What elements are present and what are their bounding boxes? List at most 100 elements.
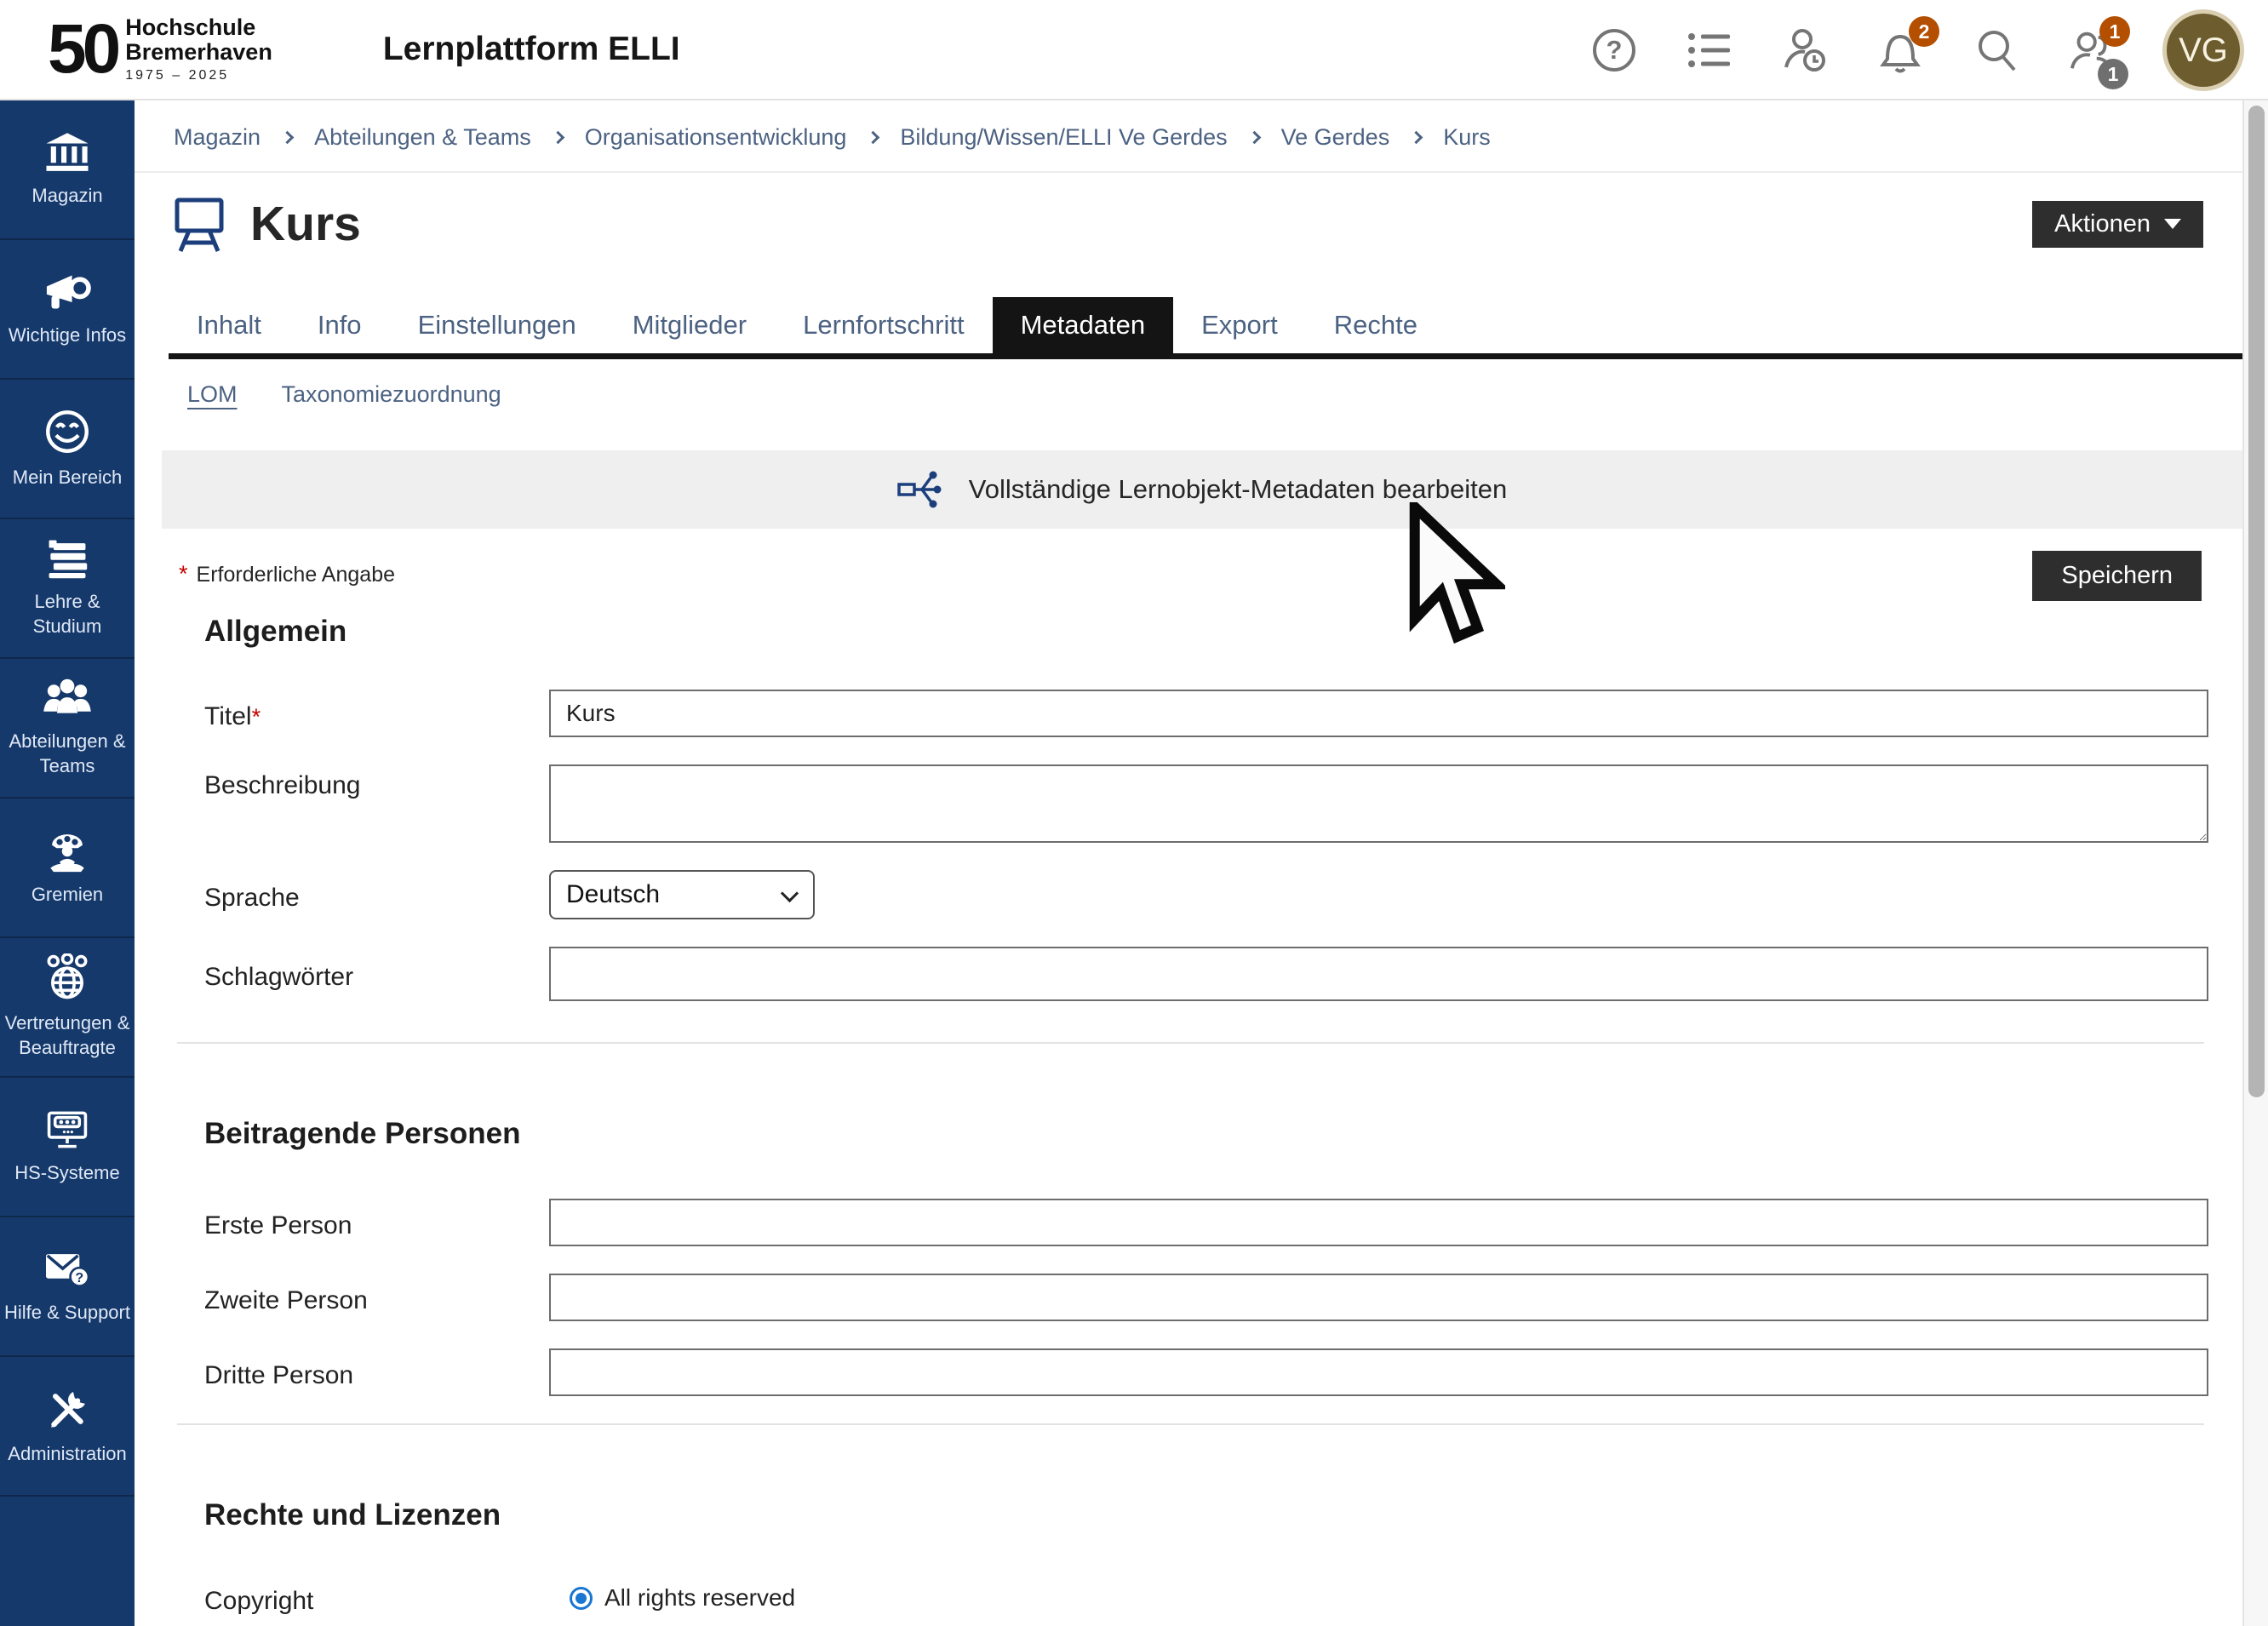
- tab-einstellungen[interactable]: Einstellungen: [390, 297, 604, 353]
- svg-text:?: ?: [75, 1270, 83, 1285]
- tools-icon: [43, 1386, 91, 1432]
- smiley-icon: [43, 408, 91, 455]
- avatar[interactable]: VG: [2162, 9, 2244, 91]
- awareness-button[interactable]: [1781, 26, 1829, 74]
- tab-metadaten[interactable]: Metadaten: [993, 297, 1174, 353]
- sidebar-item-hs-systeme[interactable]: HS-Systeme: [0, 1078, 135, 1217]
- beschreibung-textarea[interactable]: [549, 764, 2208, 843]
- committee-icon: [43, 828, 92, 873]
- sprache-select[interactable]: Deutsch: [549, 870, 815, 919]
- tab-rechte[interactable]: Rechte: [1306, 297, 1446, 353]
- chevron-right-icon: [1410, 131, 1423, 145]
- copyright-label: Copyright: [204, 1580, 549, 1616]
- globe-people-icon: [43, 953, 92, 1001]
- tab-lernfortschritt[interactable]: Lernfortschritt: [775, 297, 993, 353]
- titel-label: Titel*: [204, 696, 549, 731]
- chevron-right-icon: [1247, 131, 1261, 145]
- schlagwoerter-label: Schlagwörter: [204, 956, 549, 992]
- contacts-badge-top: 1: [2099, 16, 2130, 47]
- section-heading-beitragende: Beitragende Personen: [204, 1117, 2242, 1151]
- required-hint: * Erforderliche Angabe: [179, 551, 395, 587]
- top-header: 50 Hochschule Bremerhaven 1975 – 2025 Le…: [0, 0, 2268, 100]
- banner-label: Vollständige Lernobjekt-Metadaten bearbe…: [969, 474, 1508, 505]
- erste-person-input[interactable]: [549, 1199, 2208, 1246]
- vertical-scrollbar[interactable]: [2242, 100, 2268, 1626]
- subtab-taxonomiezuordnung[interactable]: Taxonomiezuordnung: [282, 381, 501, 408]
- sidebar-item-label: HS-Systeme: [14, 1161, 119, 1186]
- titel-input[interactable]: [549, 690, 2208, 737]
- sidebar-item-label: Mein Bereich: [13, 466, 122, 490]
- beschreibung-label: Beschreibung: [204, 764, 549, 800]
- breadcrumb-item[interactable]: Organisationsentwicklung: [585, 124, 847, 151]
- contacts-badge-bottom: 1: [2098, 59, 2128, 89]
- titel-required-asterisk: *: [252, 704, 261, 730]
- titel-label-text: Titel: [204, 702, 252, 730]
- zweite-person-input[interactable]: [549, 1274, 2208, 1321]
- sidebar-item-label: Gremien: [32, 883, 103, 907]
- app-title: Lernplattform ELLI: [383, 31, 680, 68]
- aktionen-button[interactable]: Aktionen: [2032, 201, 2203, 248]
- logo-line2: Bremerhaven: [125, 40, 272, 65]
- sprache-label: Sprache: [204, 877, 549, 913]
- scrollbar-thumb[interactable]: [2248, 106, 2265, 1097]
- help-button[interactable]: ?: [1590, 26, 1638, 74]
- breadcrumb-item[interactable]: Abteilungen & Teams: [314, 124, 531, 151]
- metadata-node-icon: [897, 467, 945, 512]
- sidebar-item-administration[interactable]: Administration: [0, 1357, 135, 1497]
- people-group-icon: [42, 677, 93, 719]
- main-sidebar: Magazin Wichtige Infos Mein Bereich: [0, 100, 135, 1626]
- breadcrumb-item[interactable]: Magazin: [174, 124, 261, 151]
- chevron-right-icon: [281, 131, 295, 145]
- page-title: Kurs: [250, 196, 361, 252]
- sidebar-item-vertretungen[interactable]: Vertretungen & Beauftragte: [0, 938, 135, 1078]
- sidebar-item-abteilungen-teams[interactable]: Abteilungen & Teams: [0, 659, 135, 799]
- tab-info[interactable]: Info: [289, 297, 390, 353]
- tab-mitglieder[interactable]: Mitglieder: [604, 297, 775, 353]
- sidebar-item-wichtige-infos[interactable]: Wichtige Infos: [0, 240, 135, 380]
- sidebar-item-lehre-studium[interactable]: Lehre & Studium: [0, 519, 135, 659]
- sidebar-item-label: Magazin: [32, 184, 102, 209]
- chevron-right-icon: [551, 131, 564, 145]
- monitor-icon: [43, 1108, 92, 1151]
- sidebar-item-hilfe-support[interactable]: ? Hilfe & Support: [0, 1217, 135, 1357]
- edit-full-metadata-banner[interactable]: Vollständige Lernobjekt-Metadaten bearbe…: [162, 450, 2242, 529]
- megaphone-icon: [42, 271, 93, 313]
- logo-line1: Hochschule: [125, 15, 272, 40]
- subtab-lom[interactable]: LOM: [187, 381, 238, 408]
- breadcrumb-item[interactable]: Kurs: [1443, 124, 1491, 151]
- tab-inhalt[interactable]: Inhalt: [169, 297, 289, 353]
- notifications-button[interactable]: 2: [1876, 26, 1924, 74]
- sidebar-item-mein-bereich[interactable]: Mein Bereich: [0, 380, 135, 519]
- presentation-board-icon: [172, 193, 226, 255]
- chevron-right-icon: [867, 131, 880, 145]
- dritte-person-label: Dritte Person: [204, 1354, 549, 1390]
- radio-dot: [576, 1593, 587, 1604]
- search-button[interactable]: [1972, 26, 2019, 74]
- sidebar-item-label: Wichtige Infos: [9, 323, 126, 348]
- help-glyph: ?: [1606, 35, 1623, 66]
- help-icon: ?: [1593, 29, 1635, 72]
- section-divider: [177, 1423, 2204, 1425]
- required-asterisk: *: [179, 561, 188, 587]
- logo-50-text: 50: [48, 18, 117, 81]
- contacts-button[interactable]: 1 1: [2067, 26, 2115, 74]
- breadcrumb-item[interactable]: Ve Gerdes: [1281, 124, 1390, 151]
- breadcrumb-item[interactable]: Bildung/Wissen/ELLI Ve Gerdes: [900, 124, 1227, 151]
- list-icon: [1687, 31, 1732, 70]
- subtab-bar: LOM Taxonomiezuordnung: [187, 381, 2242, 408]
- required-hint-text: Erforderliche Angabe: [197, 563, 395, 587]
- copyright-radio[interactable]: [570, 1587, 593, 1610]
- aktionen-label: Aktionen: [2054, 210, 2151, 238]
- hochschule-bremerhaven-logo: 50 Hochschule Bremerhaven 1975 – 2025: [48, 15, 272, 83]
- sidebar-item-gremien[interactable]: Gremien: [0, 799, 135, 938]
- sidebar-item-magazin[interactable]: Magazin: [0, 100, 135, 240]
- save-label: Speichern: [2061, 562, 2173, 590]
- schlagwoerter-input[interactable]: [549, 947, 2208, 1001]
- dritte-person-input[interactable]: [549, 1348, 2208, 1396]
- sidebar-item-label: Hilfe & Support: [4, 1301, 130, 1325]
- section-heading-rechte: Rechte und Lizenzen: [204, 1498, 2242, 1532]
- tab-export[interactable]: Export: [1173, 297, 1306, 353]
- sidebar-item-label: Lehre & Studium: [3, 590, 131, 638]
- save-button[interactable]: Speichern: [2032, 551, 2202, 601]
- list-menu-button[interactable]: [1686, 26, 1733, 74]
